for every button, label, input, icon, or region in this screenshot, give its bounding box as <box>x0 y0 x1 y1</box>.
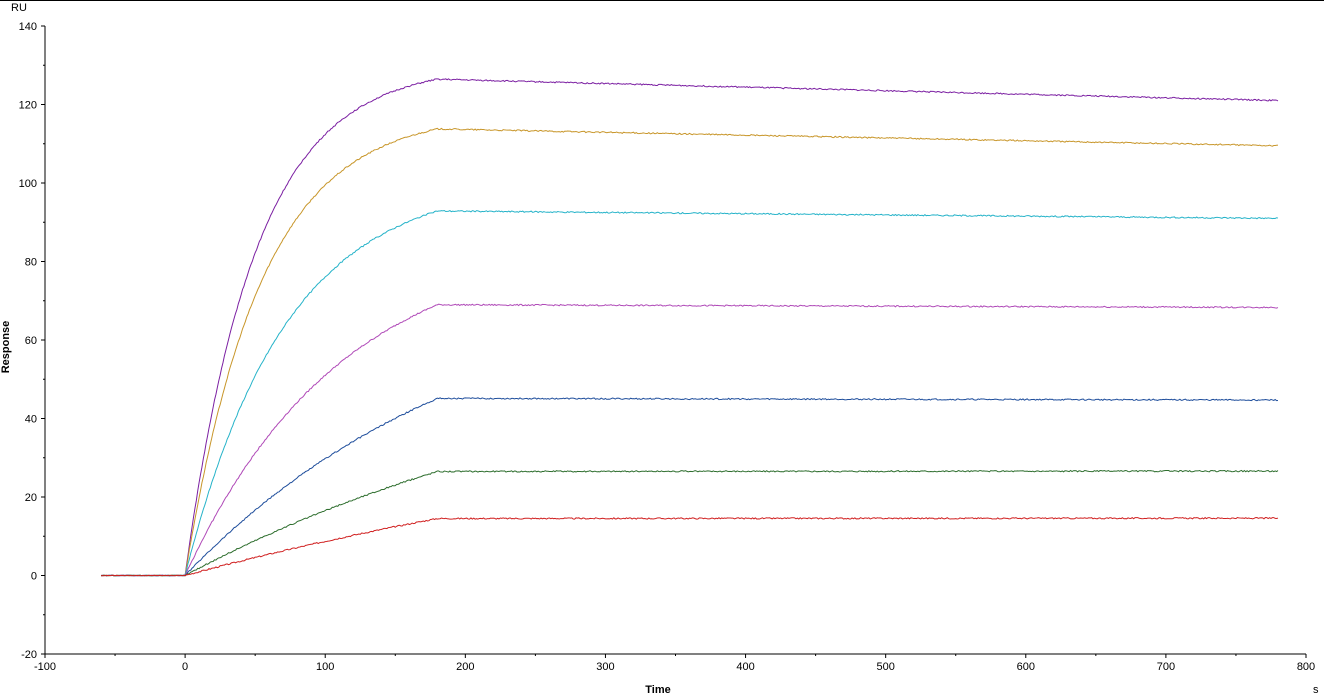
y-tick-label: 140 <box>19 21 37 33</box>
x-tick-label: 700 <box>1157 661 1175 673</box>
y-tick-label: 120 <box>19 100 37 112</box>
x-axis-title: Time <box>645 684 670 695</box>
x-tick-label: 400 <box>736 661 754 673</box>
x-tick-label: 600 <box>1017 661 1035 673</box>
y-tick-label: 40 <box>25 414 37 426</box>
y-unit-label: RU <box>11 2 27 14</box>
series-group <box>100 78 1279 577</box>
y-axis-title: Response <box>0 321 12 374</box>
y-tick-label: 80 <box>25 257 37 269</box>
y-tick-label: 100 <box>19 178 37 190</box>
x-tick-label: 500 <box>876 661 894 673</box>
sensorgram-chart: -20 0 20 40 60 80 100 120 140 -100 0 100 200 300 400 50… <box>0 0 1324 695</box>
x-tick-label: -100 <box>34 661 56 673</box>
y-tick-label: 0 <box>31 571 37 583</box>
x-tick-label: 100 <box>316 661 334 673</box>
x-tick-label: 0 <box>182 661 188 673</box>
series-line-3 <box>100 209 1279 577</box>
y-tick-label: 60 <box>25 335 37 347</box>
series-line-7 <box>100 516 1279 577</box>
y-tick-label: -20 <box>21 649 37 661</box>
series-line-6 <box>100 469 1279 577</box>
series-line-1 <box>100 78 1279 577</box>
axes: -20 0 20 40 60 80 100 120 140 -100 0 100 200 300 400 50… <box>19 21 1316 673</box>
x-unit-label: s <box>1313 684 1319 695</box>
x-tick-label: 200 <box>456 661 474 673</box>
x-tick-label: 800 <box>1297 661 1315 673</box>
chart-svg: -20 0 20 40 60 80 100 120 140 -100 0 100 200 300 400 50… <box>0 0 1324 695</box>
series-line-2 <box>100 127 1279 577</box>
x-tick-label: 300 <box>596 661 614 673</box>
series-line-4 <box>100 303 1279 577</box>
y-tick-label: 20 <box>25 492 37 504</box>
